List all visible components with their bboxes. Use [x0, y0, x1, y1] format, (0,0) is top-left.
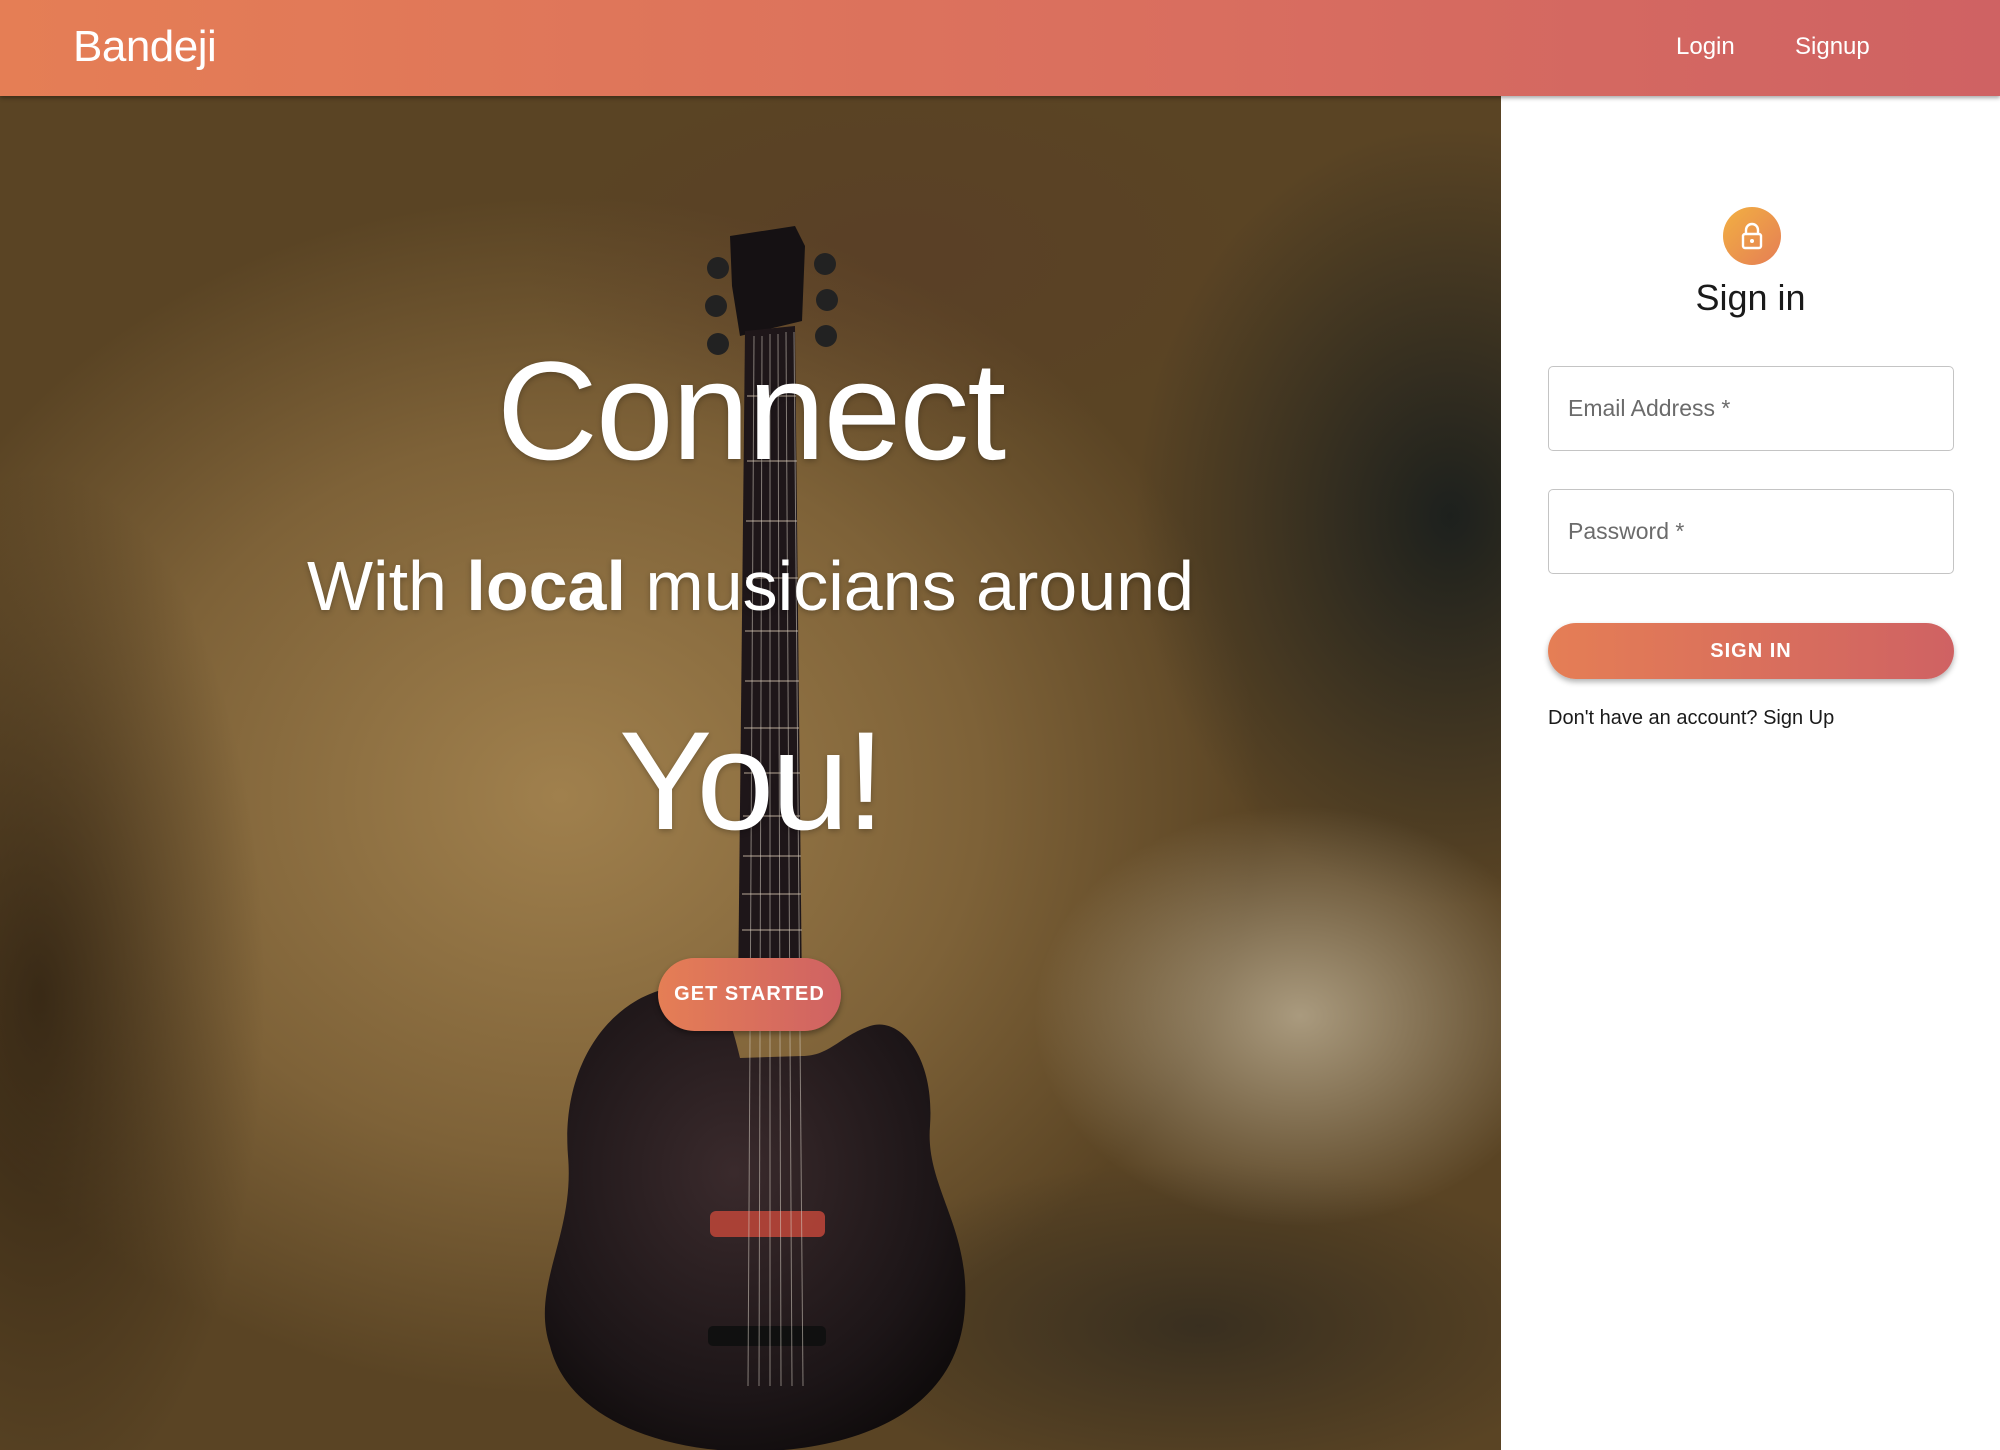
hero-section: Connect With local musicians around You!… [0, 96, 1501, 1450]
email-field [1548, 366, 1954, 451]
nav-login-link[interactable]: Login [1676, 30, 1735, 64]
hero-subtitle-suffix: musicians around [625, 547, 1195, 625]
hero-subtitle-prefix: With [306, 547, 467, 625]
hero-title: Connect [496, 332, 1006, 489]
signin-title: Sign in [1695, 277, 1806, 318]
lock-icon [1741, 222, 1763, 250]
lock-avatar [1723, 207, 1781, 265]
brand-logo[interactable]: Bandeji [73, 22, 217, 72]
app-bar: Bandeji Login Signup [0, 0, 2000, 96]
hero-emphasis: You! [618, 702, 885, 859]
signin-button[interactable]: SIGN IN [1548, 623, 1954, 679]
password-input[interactable] [1549, 490, 1953, 573]
hero-subtitle-bold: local [466, 547, 626, 625]
email-input[interactable] [1549, 367, 1953, 450]
password-field [1548, 489, 1954, 574]
hero-subtitle: With local musicians around [0, 544, 1501, 628]
nav-signup-link[interactable]: Signup [1795, 30, 1870, 64]
signup-link[interactable]: Don't have an account? Sign Up [1548, 704, 1834, 732]
get-started-button[interactable]: GET STARTED [658, 958, 841, 1031]
signin-panel: Sign in SIGN IN Don't have an account? S… [1501, 96, 2000, 1450]
